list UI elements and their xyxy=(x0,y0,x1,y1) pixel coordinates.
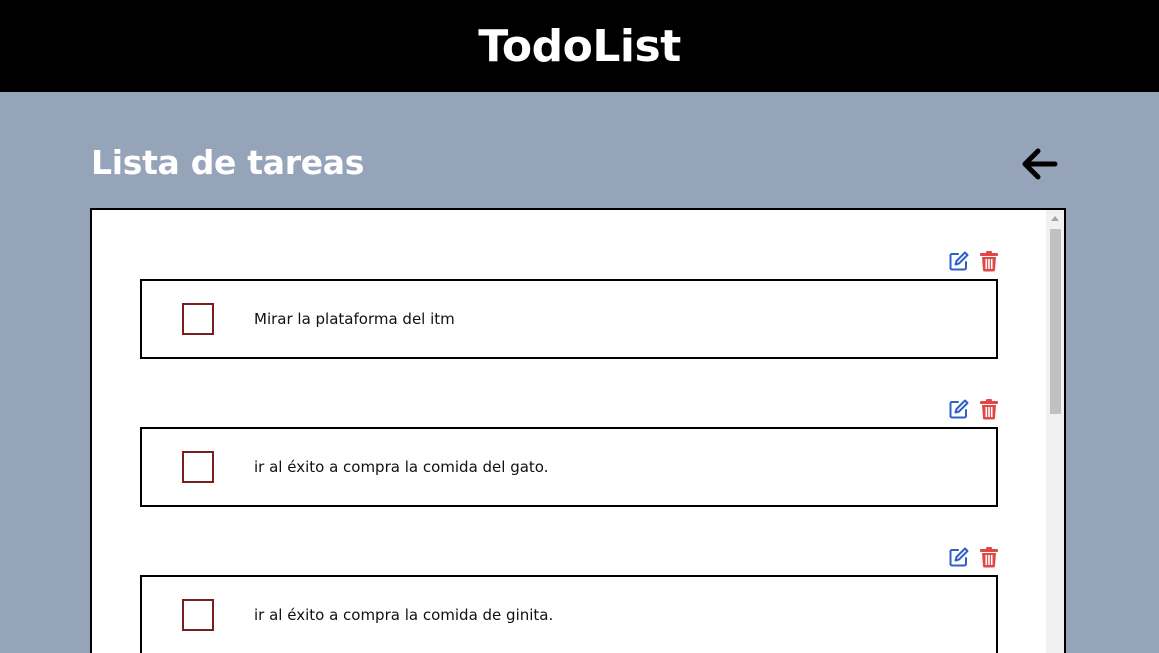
task-text: ir al éxito a compra la comida del gato. xyxy=(254,458,549,476)
arrow-left-icon[interactable] xyxy=(1021,146,1059,182)
task-checkbox[interactable] xyxy=(182,599,214,631)
task-checkbox[interactable] xyxy=(182,451,214,483)
task-checkbox[interactable] xyxy=(182,303,214,335)
edit-icon[interactable] xyxy=(948,250,970,272)
task-text: ir al éxito a compra la comida de ginita… xyxy=(254,606,554,624)
app-title: TodoList xyxy=(478,20,681,72)
task-card: ir al éxito a compra la comida de ginita… xyxy=(140,575,998,653)
scroll-up-arrow-icon[interactable] xyxy=(1046,210,1064,227)
task-item: ir al éxito a compra la comida del gato. xyxy=(140,398,1000,508)
task-list-panel: Mirar la plataforma del itm ir al éxito … xyxy=(90,208,1066,653)
task-item: ir al éxito a compra la comida de ginita… xyxy=(140,546,1000,653)
edit-icon[interactable] xyxy=(948,398,970,420)
task-actions xyxy=(948,546,1000,570)
edit-icon[interactable] xyxy=(948,546,970,568)
scrollbar[interactable] xyxy=(1046,210,1064,653)
task-actions xyxy=(948,398,1000,422)
task-actions xyxy=(948,250,1000,274)
task-card: ir al éxito a compra la comida del gato. xyxy=(140,427,998,507)
trash-icon[interactable] xyxy=(978,250,1000,272)
trash-icon[interactable] xyxy=(978,398,1000,420)
task-text: Mirar la plataforma del itm xyxy=(254,310,455,328)
scroll-thumb[interactable] xyxy=(1050,229,1061,414)
task-card: Mirar la plataforma del itm xyxy=(140,279,998,359)
trash-icon[interactable] xyxy=(978,546,1000,568)
page-title: Lista de tareas xyxy=(91,143,365,182)
app-header: TodoList xyxy=(0,0,1159,92)
task-item: Mirar la plataforma del itm xyxy=(140,250,1000,360)
